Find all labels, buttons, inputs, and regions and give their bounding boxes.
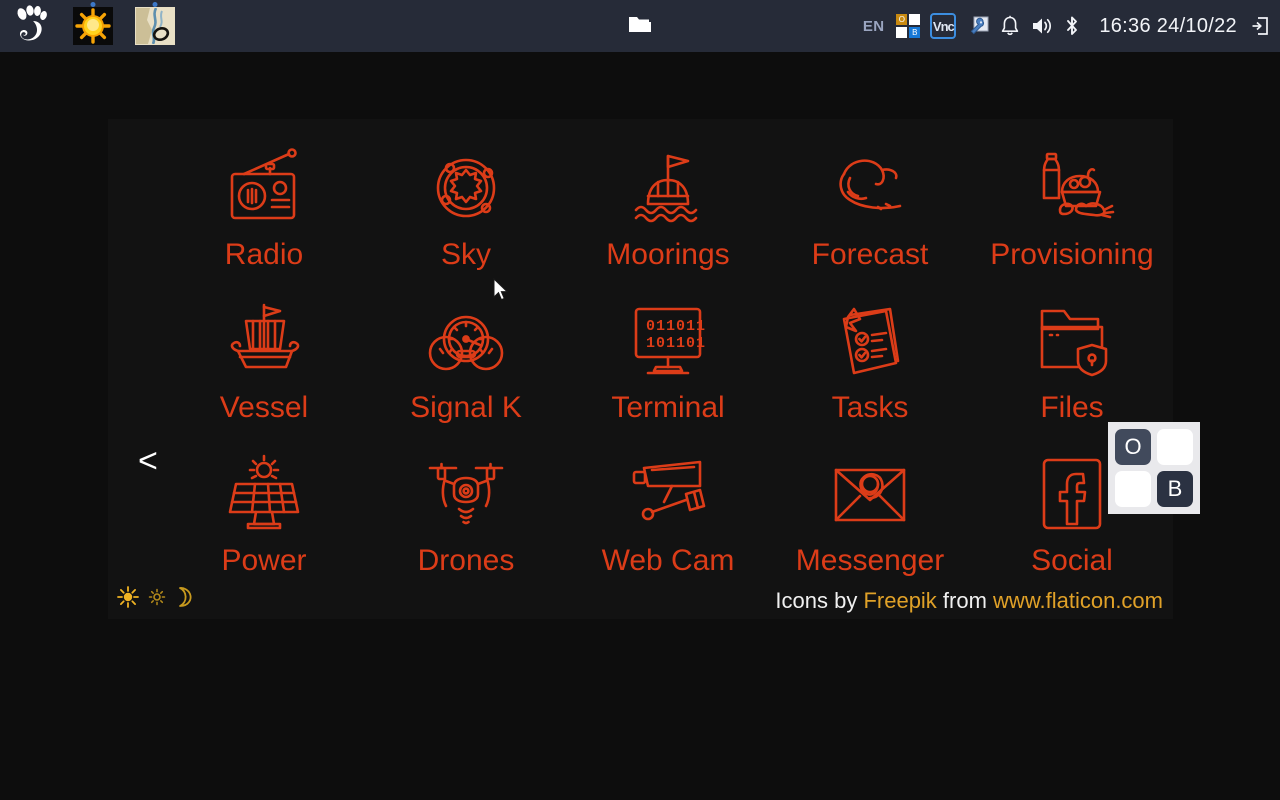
- app-label: Social: [1031, 544, 1113, 577]
- workspace-cell-4[interactable]: B: [909, 27, 921, 38]
- app-tile-forecast[interactable]: Forecast: [769, 135, 971, 288]
- bright-sun-icon[interactable]: [117, 586, 139, 613]
- opencpn-app-launcher[interactable]: [124, 0, 186, 52]
- chart-map-icon: [135, 7, 175, 45]
- flaticon-link[interactable]: www.flaticon.com: [993, 588, 1163, 613]
- app-label: Drones: [417, 544, 515, 577]
- workspace-cell-3[interactable]: [896, 27, 908, 38]
- workspace-tile-2[interactable]: [1157, 429, 1193, 465]
- theme-brightness-switcher: [117, 586, 193, 613]
- taskbar-launchers: [0, 0, 186, 52]
- checklist-icon: [842, 307, 900, 375]
- app-label: Radio: [224, 238, 304, 271]
- app-tile-provisioning[interactable]: Provisioning: [971, 135, 1173, 288]
- app-tile-web-cam[interactable]: Web Cam: [567, 441, 769, 594]
- sky-orbit-icon: [436, 158, 496, 218]
- app-tile-messenger[interactable]: Messenger: [769, 441, 971, 594]
- app-tile-moorings[interactable]: Moorings: [567, 135, 769, 288]
- running-indicator-dot: [152, 2, 158, 7]
- app-label: Moorings: [606, 238, 730, 271]
- app-label: Web Cam: [601, 544, 735, 577]
- previous-page-arrow[interactable]: <: [138, 444, 158, 478]
- cctv-camera-icon: [632, 460, 706, 521]
- folder-icon[interactable]: [628, 14, 652, 39]
- app-tile-sky[interactable]: Sky: [365, 135, 567, 288]
- workspace-cell-2[interactable]: [909, 14, 921, 25]
- keyboard-language-indicator[interactable]: EN: [859, 18, 891, 35]
- workspace-cell-1[interactable]: O: [896, 14, 908, 25]
- bell-icon[interactable]: [995, 0, 1025, 52]
- mouse-cursor: [493, 277, 509, 307]
- facebook-icon: [1042, 458, 1102, 530]
- app-label: Files: [1040, 391, 1104, 424]
- radio-icon: [230, 148, 297, 220]
- drone-icon: [428, 462, 504, 525]
- app-tile-terminal[interactable]: 011011 101101 Terminal: [567, 288, 769, 441]
- secure-folder-icon: [1040, 309, 1108, 377]
- moon-icon[interactable]: [175, 586, 193, 613]
- system-tray: EN O B Vnc 16:36 24/10/22: [859, 0, 1280, 52]
- running-indicator-dot: [90, 2, 96, 7]
- app-tile-signal-k[interactable]: Signal K: [365, 288, 567, 441]
- workspace-switcher-popup[interactable]: O B: [1108, 422, 1200, 514]
- email-at-icon: [834, 468, 906, 522]
- key-icon[interactable]: [961, 0, 995, 52]
- dim-sun-icon[interactable]: [148, 588, 166, 611]
- app-tile-drones[interactable]: Drones: [365, 441, 567, 594]
- gauges-icon: [428, 315, 504, 371]
- binary-monitor-icon: 011011 101101: [634, 307, 706, 375]
- gnome-logo-button[interactable]: [0, 0, 62, 52]
- sailing-ship-icon: [230, 303, 300, 369]
- app-label: Messenger: [795, 544, 945, 577]
- groceries-icon: [1042, 152, 1115, 219]
- app-tile-files[interactable]: Files: [971, 288, 1173, 441]
- workspace-tile-1[interactable]: O: [1115, 429, 1151, 465]
- app-label: Terminal: [611, 391, 725, 424]
- app-icon-grid: Radio Sky Moorings Forecast Provisioning…: [163, 135, 1173, 590]
- freepik-link[interactable]: Freepik: [863, 588, 936, 613]
- attribution-text: Icons by Freepik from www.flaticon.com: [775, 588, 1163, 614]
- launcher-panel: < Radio Sky Moorings Forecast Provisioni…: [108, 119, 1173, 619]
- mooring-buoy-icon: [634, 154, 698, 223]
- bluetooth-icon[interactable]: [1059, 0, 1085, 52]
- workspace-tile-3[interactable]: [1115, 471, 1151, 507]
- app-tile-radio[interactable]: Radio: [163, 135, 365, 288]
- vnc-label: Vnc: [930, 13, 957, 39]
- top-taskbar: EN O B Vnc 16:36 24/10/22: [0, 0, 1280, 52]
- app-label: Signal K: [410, 391, 522, 424]
- app-label: Tasks: [831, 391, 909, 424]
- attribution-prefix: Icons by: [775, 588, 864, 613]
- app-tile-power[interactable]: Power: [163, 441, 365, 594]
- app-label: Vessel: [219, 391, 309, 424]
- weather-app-launcher[interactable]: [62, 0, 124, 52]
- solar-panel-icon: [228, 454, 300, 530]
- workspace-switcher-tray[interactable]: O B: [891, 0, 925, 52]
- app-label: Power: [221, 544, 307, 577]
- gnome-foot-icon: [13, 4, 49, 48]
- volume-icon[interactable]: [1025, 0, 1059, 52]
- sun-weather-icon: [73, 7, 113, 45]
- attribution-middle: from: [936, 588, 994, 613]
- workspace-tile-4[interactable]: B: [1157, 471, 1193, 507]
- app-label: Provisioning: [990, 238, 1154, 271]
- svg-text:011011: 011011: [646, 318, 706, 335]
- app-tile-vessel[interactable]: Vessel: [163, 288, 365, 441]
- vnc-indicator[interactable]: Vnc: [925, 0, 961, 52]
- wave-icon: [839, 159, 902, 211]
- clock[interactable]: 16:36 24/10/22: [1085, 15, 1246, 38]
- logout-icon[interactable]: [1246, 0, 1274, 52]
- app-label: Sky: [440, 238, 491, 271]
- svg-text:101101: 101101: [646, 335, 706, 352]
- app-label: Forecast: [811, 238, 929, 271]
- app-tile-tasks[interactable]: Tasks: [769, 288, 971, 441]
